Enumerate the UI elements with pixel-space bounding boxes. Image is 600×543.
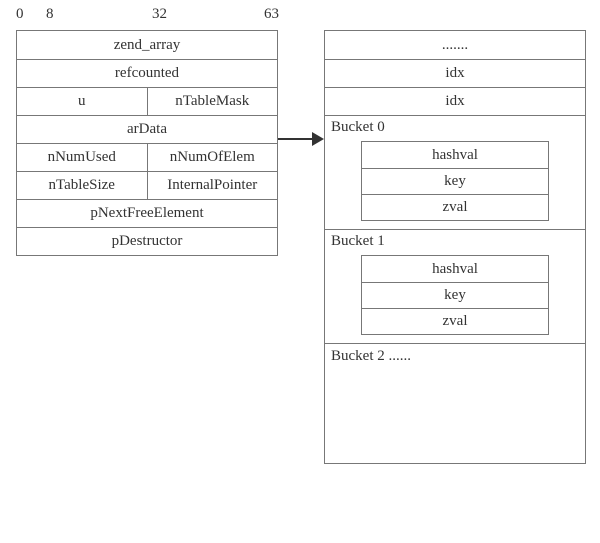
bucket-0-zval: zval: [362, 194, 548, 220]
bucket-1-body: hashval key zval: [325, 251, 585, 343]
struct-u: u: [17, 88, 147, 115]
bucket-2-label: Bucket 2 ......: [325, 343, 585, 463]
struct-row-name: zend_array: [17, 31, 277, 59]
mem-idx-1: idx: [325, 59, 585, 87]
bucket-0-fields: hashval key zval: [361, 141, 549, 221]
bucket-0-body: hashval key zval: [325, 137, 585, 229]
struct-pdestructor: pDestructor: [17, 228, 277, 255]
bit-tick-0: 0: [16, 6, 24, 23]
bit-tick-63: 63: [264, 6, 279, 23]
struct-row-size-ip: nTableSize InternalPointer: [17, 171, 277, 199]
struct-row-nextfree: pNextFreeElement: [17, 199, 277, 227]
bit-tick-32: 32: [152, 6, 167, 23]
struct-row-pdestructor: pDestructor: [17, 227, 277, 255]
memory-column: ....... idx idx Bucket 0 hashval key zva…: [324, 30, 586, 464]
mem-pre-ellipsis: .......: [325, 31, 585, 59]
struct-row-used-elem: nNumUsed nNumOfElem: [17, 143, 277, 171]
arrow-line: [278, 138, 314, 140]
struct-internalpointer: InternalPointer: [147, 172, 278, 199]
bit-scale: 0 8 32 63: [16, 6, 276, 26]
bucket-0-label: Bucket 0: [325, 115, 585, 137]
bucket-1-fields: hashval key zval: [361, 255, 549, 335]
bucket-1-hashval: hashval: [362, 256, 548, 282]
struct-ardata: arData: [17, 116, 277, 143]
struct-nnumused: nNumUsed: [17, 144, 147, 171]
arrow-head-icon: [312, 132, 324, 146]
struct-name: zend_array: [17, 31, 277, 59]
zend-array-struct: zend_array refcounted u nTableMask arDat…: [16, 30, 278, 256]
bucket-1-label: Bucket 1: [325, 229, 585, 251]
ardata-arrow: [278, 132, 324, 146]
struct-ntablesize: nTableSize: [17, 172, 147, 199]
struct-row-u-mask: u nTableMask: [17, 87, 277, 115]
struct-pnextfreeelement: pNextFreeElement: [17, 200, 277, 227]
bucket-0-hashval: hashval: [362, 142, 548, 168]
struct-row-refcounted: refcounted: [17, 59, 277, 87]
mem-idx-2: idx: [325, 87, 585, 115]
struct-row-ardata: arData: [17, 115, 277, 143]
struct-nnumofelem: nNumOfElem: [147, 144, 278, 171]
struct-ntablemask: nTableMask: [147, 88, 278, 115]
bucket-1-zval: zval: [362, 308, 548, 334]
bucket-1-key: key: [362, 282, 548, 308]
struct-refcounted: refcounted: [17, 60, 277, 87]
bucket-0-key: key: [362, 168, 548, 194]
diagram-canvas: 0 8 32 63 zend_array refcounted u nTable…: [0, 0, 600, 543]
bit-tick-8: 8: [46, 6, 54, 23]
